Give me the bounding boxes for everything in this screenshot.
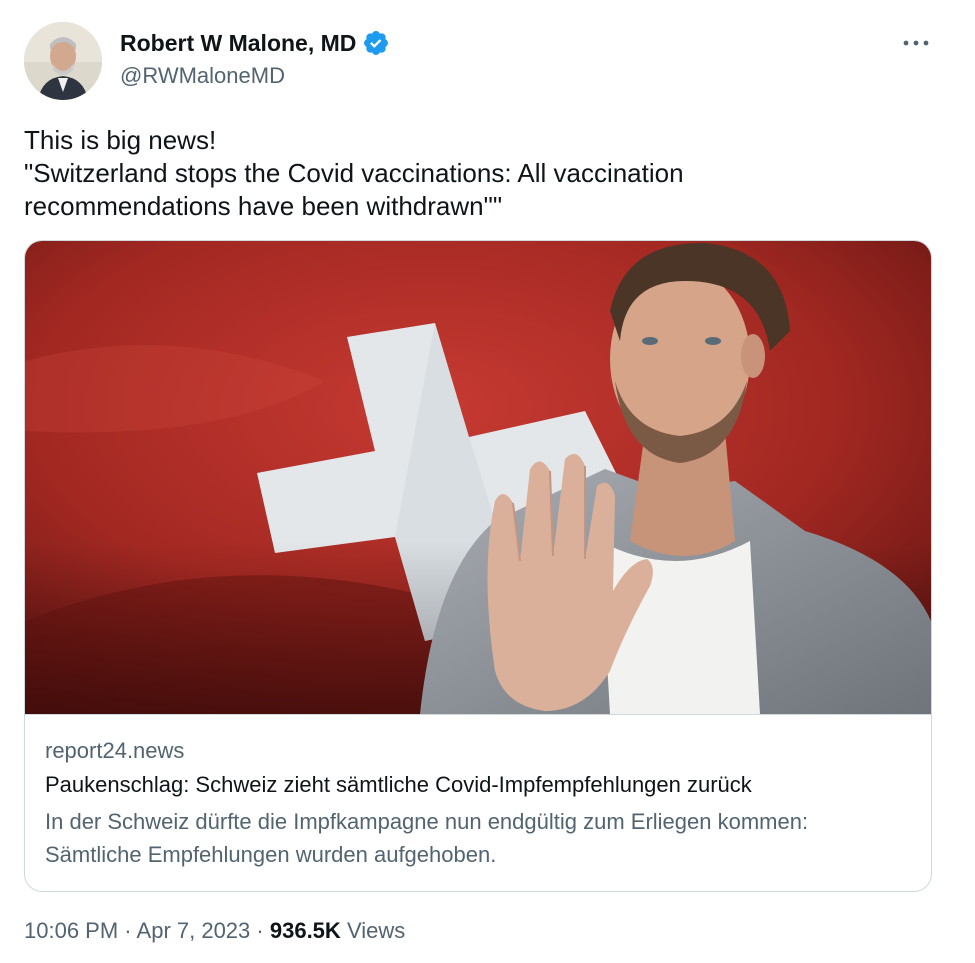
avatar-image [24,22,102,100]
card-description-line: In der Schweiz dürfte die Impfkampagne n… [45,809,809,834]
more-horizontal-icon [903,40,929,46]
tweet-text-line: This is big news! [24,125,217,155]
meta-separator: · [124,918,132,943]
tweet-text: This is big news! "Switzerland stops the… [24,124,924,223]
tweet-date[interactable]: Apr 7, 2023 [137,918,251,943]
card-info[interactable]: report24.news Paukenschlag: Schweiz zieh… [25,714,931,891]
tweet-text-line: "Switzerland stops the Covid vaccination… [24,158,684,188]
more-options-button[interactable] [901,28,931,58]
avatar[interactable] [24,22,102,100]
card-description-line: Sämtliche Empfehlungen wurden aufgehoben… [45,842,497,867]
card-title: Paukenschlag: Schweiz zieht sämtliche Co… [45,772,752,797]
author-display-name[interactable]: Robert W Malone, MD [120,28,390,58]
meta-separator: · [256,918,264,943]
card-image[interactable] [25,241,931,714]
tweet-time[interactable]: 10:06 PM [24,918,118,943]
views-label: Views [346,918,406,943]
author-handle[interactable]: @RWMaloneMD [120,62,285,90]
author-name-text: Robert W Malone, MD [120,30,357,56]
verified-badge-icon [364,31,389,55]
views-count: 936.5K [269,918,341,943]
link-preview-card[interactable]: report24.news Paukenschlag: Schweiz zieh… [24,240,932,892]
tweet-meta: 10:06 PM · Apr 7, 2023 · 936.5K Views [24,916,405,946]
tweet-text-line: recommendations have been withdrawn"" [24,191,503,221]
card-domain: report24.news [45,738,185,763]
card-description: In der Schweiz dürfte die Impfkampagne n… [45,805,915,871]
tweet: Robert W Malone, MD @RWMaloneMD This is … [0,0,975,963]
